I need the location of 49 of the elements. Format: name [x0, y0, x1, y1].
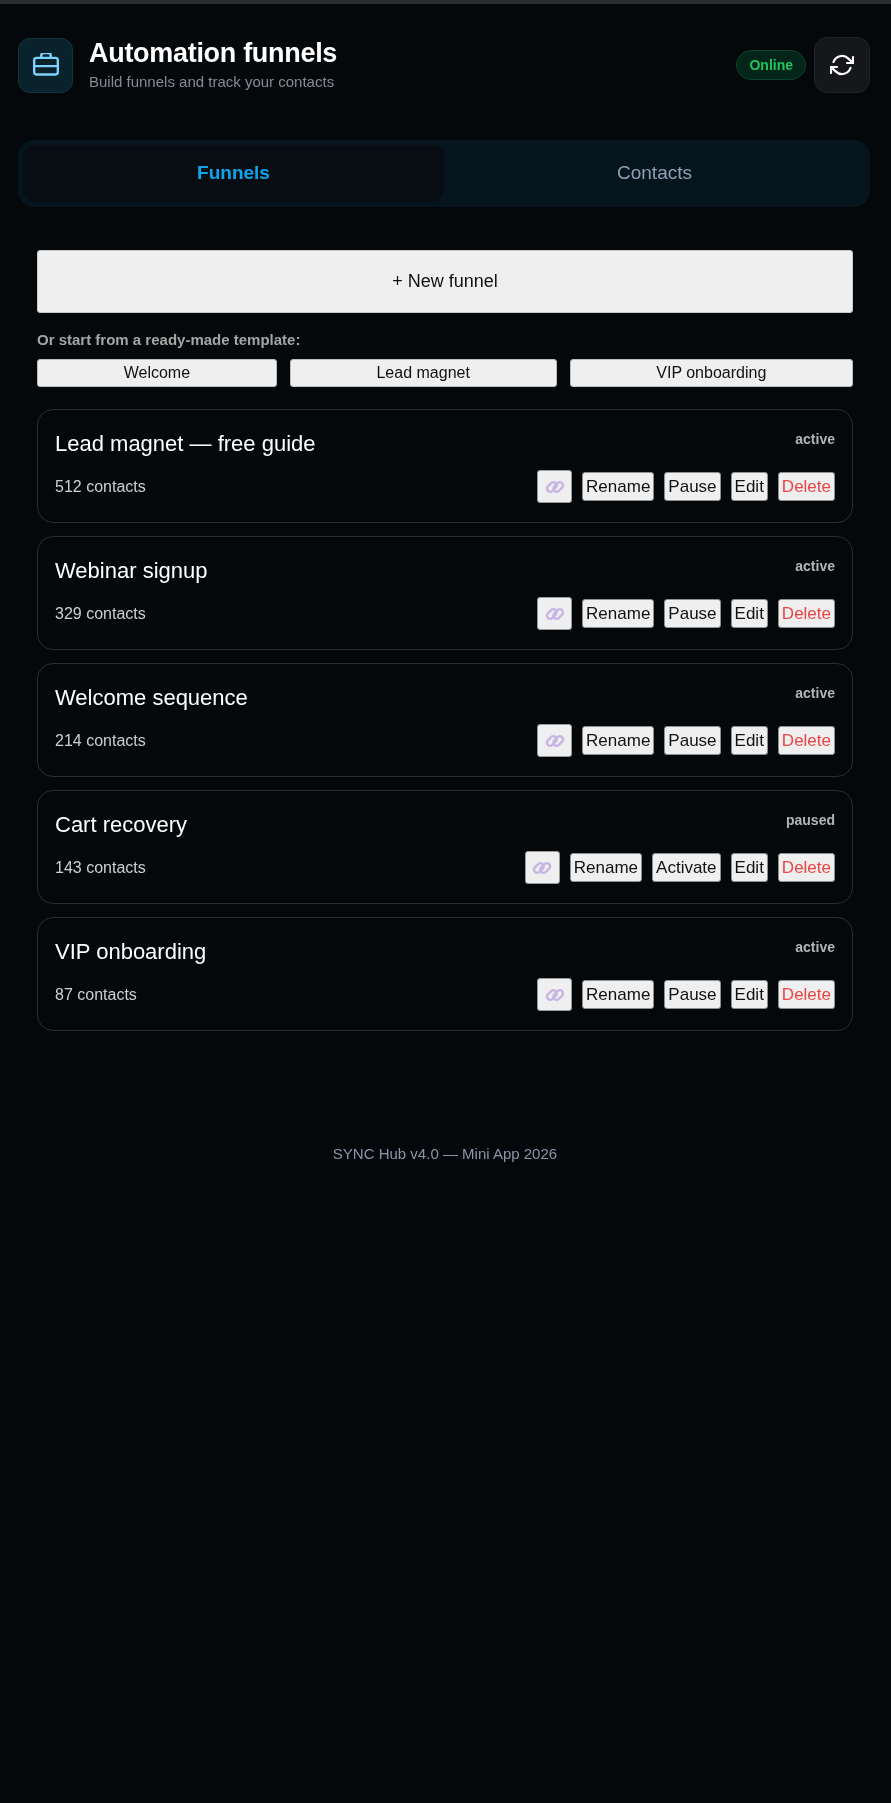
- pause-button[interactable]: Pause: [664, 980, 721, 1009]
- edit-button[interactable]: Edit: [730, 853, 768, 882]
- template-button[interactable]: VIP onboarding: [569, 359, 853, 387]
- funnel-title: Webinar signup: [55, 558, 208, 584]
- status-badge: Online: [736, 50, 806, 80]
- page-subtitle: Build funnels and track your contacts: [89, 73, 336, 92]
- edit-button[interactable]: Edit: [730, 472, 768, 501]
- link-button[interactable]: [537, 978, 573, 1011]
- funnel-title: Welcome sequence: [55, 685, 248, 711]
- page-title: Automation funnels: [89, 38, 338, 69]
- funnel-status: paused: [786, 811, 835, 830]
- contact-count: 214 contacts: [55, 730, 146, 751]
- link-button[interactable]: [537, 470, 573, 503]
- edit-button[interactable]: Edit: [730, 599, 768, 628]
- contact-count: 87 contacts: [55, 984, 137, 1005]
- briefcase-icon: [18, 37, 73, 93]
- edit-button[interactable]: Edit: [730, 980, 768, 1009]
- contact-count: 143 contacts: [55, 857, 146, 878]
- funnel-title: Cart recovery: [55, 812, 188, 838]
- tab[interactable]: Contacts: [444, 145, 865, 202]
- rename-button[interactable]: Rename: [569, 853, 643, 882]
- activate-button[interactable]: Activate: [652, 853, 721, 882]
- edit-button[interactable]: Edit: [730, 726, 768, 755]
- footer-text: SYNC Hub v4.0 — Mini App 2026: [331, 1144, 559, 1164]
- pause-button[interactable]: Pause: [664, 599, 721, 628]
- tab[interactable]: Funnels: [23, 145, 444, 202]
- contact-count: 512 contacts: [55, 476, 146, 497]
- funnel-status: active: [795, 430, 835, 449]
- rename-button[interactable]: Rename: [582, 599, 655, 628]
- funnel-status: active: [795, 684, 835, 703]
- pause-button[interactable]: Pause: [664, 726, 721, 755]
- funnel-status: active: [795, 557, 835, 576]
- new-funnel-button[interactable]: + New funnel: [37, 250, 853, 313]
- pause-button[interactable]: Pause: [664, 472, 721, 501]
- refresh-button[interactable]: [814, 37, 870, 93]
- template-hint: Or start from a ready-made template:: [37, 331, 302, 349]
- refresh-icon: [830, 53, 854, 77]
- link-button[interactable]: [537, 597, 573, 630]
- rename-button[interactable]: Rename: [582, 726, 655, 755]
- contact-count: 329 contacts: [55, 603, 146, 624]
- template-button[interactable]: Lead magnet: [289, 359, 557, 387]
- funnel-status: active: [795, 938, 835, 957]
- rename-button[interactable]: Rename: [582, 472, 655, 501]
- template-button[interactable]: Welcome: [37, 359, 277, 387]
- funnel-title: VIP onboarding: [55, 939, 207, 965]
- link-button[interactable]: [537, 724, 573, 757]
- rename-button[interactable]: Rename: [582, 980, 655, 1009]
- link-button[interactable]: [524, 851, 560, 884]
- funnel-title: Lead magnet — free guide: [55, 431, 316, 457]
